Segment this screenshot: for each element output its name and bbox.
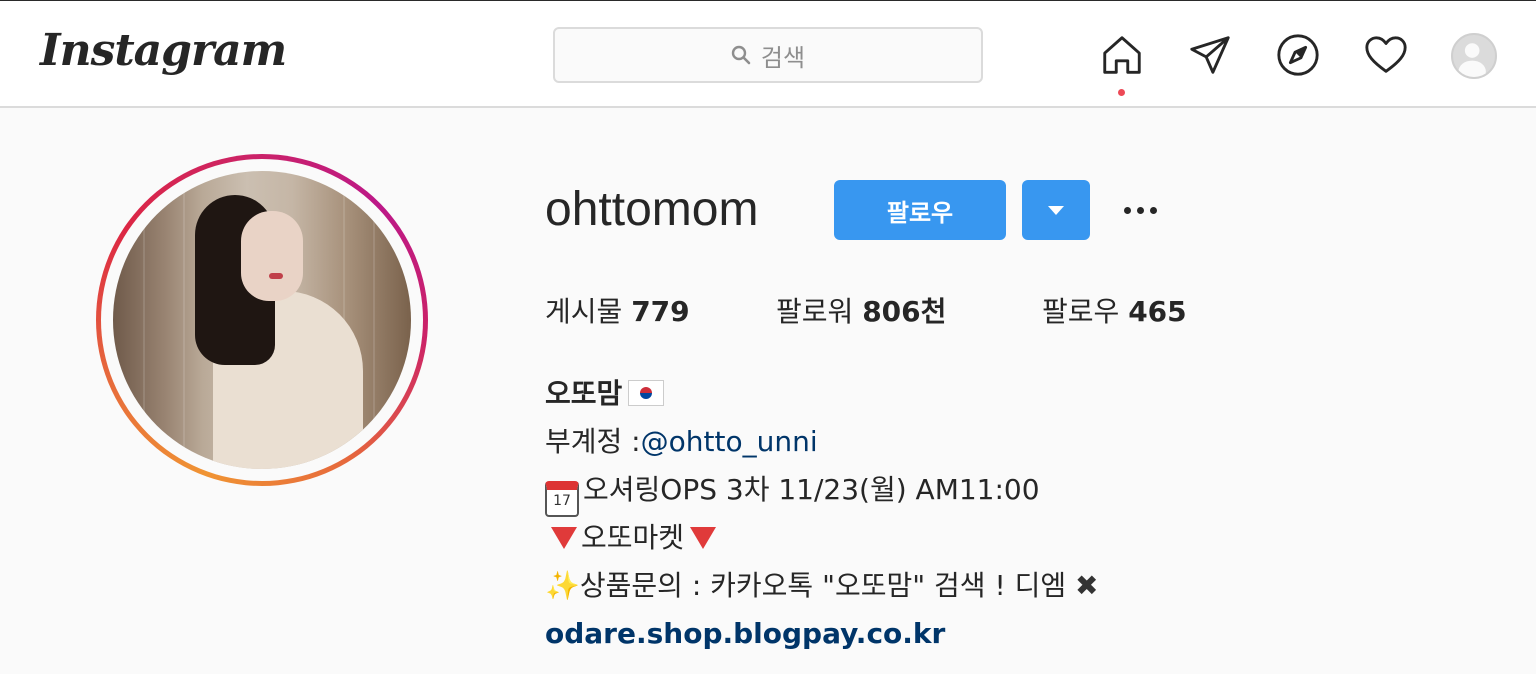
home-icon[interactable] xyxy=(1098,31,1146,79)
website-link[interactable]: odare.shop.blogpay.co.kr xyxy=(545,617,945,650)
posts-count: 게시물 779 xyxy=(545,295,690,328)
explore-icon[interactable] xyxy=(1274,31,1322,79)
profile-username: ohttomom xyxy=(545,183,759,236)
more-options-icon[interactable] xyxy=(1110,190,1170,230)
search-icon xyxy=(731,45,751,65)
subaccount-label: 부계정 : xyxy=(545,425,641,458)
instagram-logo[interactable]: Instagram xyxy=(40,25,287,76)
direct-icon[interactable] xyxy=(1186,31,1234,79)
top-navigation-bar: Instagram 검색 xyxy=(0,0,1536,108)
subaccount-mention-link[interactable]: @ohtto_unni xyxy=(641,425,818,458)
following-count[interactable]: 팔로우 465 xyxy=(1042,290,1187,330)
followers-count[interactable]: 팔로워 806천 xyxy=(776,290,946,330)
red-triangle-emoji xyxy=(551,527,577,549)
korea-flag-emoji xyxy=(628,380,665,406)
calendar-emoji: 17 xyxy=(545,481,579,517)
red-triangle-emoji xyxy=(690,527,717,549)
bio-line-inquiry: 상품문의 : 카카오톡 "오또맘" 검색 ! 디엠 xyxy=(579,569,1067,602)
follow-button[interactable]: 팔로우 xyxy=(834,180,1006,240)
profile-picture-story-ring[interactable] xyxy=(96,154,428,486)
profile-full-name: 오또맘 xyxy=(545,377,623,410)
search-placeholder: 검색 xyxy=(760,43,806,72)
profile-bio: 오또맘 부계정 :@ohtto_unni 17 오셔링OPS 3차 11/23(월… xyxy=(545,370,1098,658)
chevron-down-icon xyxy=(1048,205,1064,215)
profile-picture xyxy=(113,171,411,469)
cross-mark-emoji: ✖ xyxy=(1075,569,1099,602)
home-active-indicator xyxy=(1118,89,1125,96)
profile-avatar-icon[interactable] xyxy=(1451,33,1497,79)
suggested-accounts-dropdown-button[interactable] xyxy=(1022,180,1090,240)
search-input[interactable]: 검색 xyxy=(553,27,983,83)
bio-line-market: 오또마켓 xyxy=(581,521,685,554)
activity-heart-icon[interactable] xyxy=(1362,31,1410,79)
sparkles-emoji: ✨ xyxy=(545,569,580,602)
bio-line-event: 오셔링OPS 3차 11/23(월) AM11:00 xyxy=(583,473,1040,506)
